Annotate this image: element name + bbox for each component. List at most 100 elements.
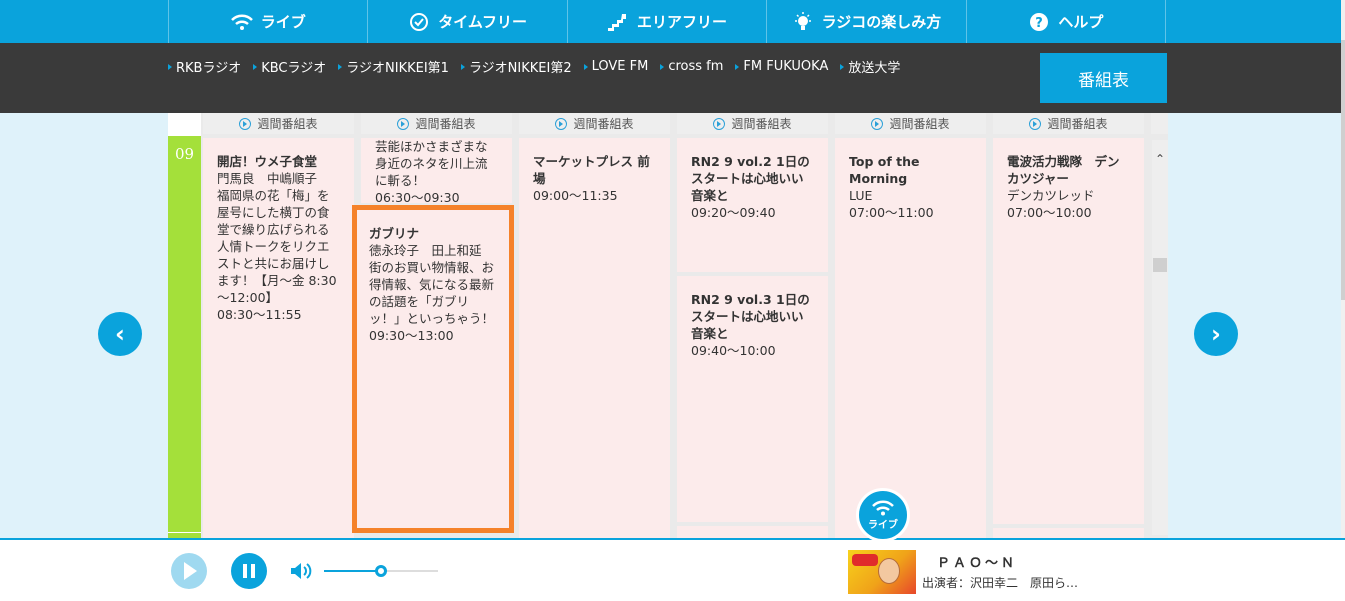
volume-slider[interactable] [324, 565, 438, 577]
nav-live-label: ライブ [260, 13, 306, 31]
lightbulb-icon [794, 11, 811, 30]
program-time: 09:40～10:00 [691, 343, 776, 358]
play-button[interactable] [171, 553, 207, 589]
grid-scrollbar[interactable]: ⌃ [1152, 140, 1168, 535]
station-label: ラジオNIKKEI第1 [346, 61, 449, 76]
nav-timefree-label: タイムフリー [438, 13, 528, 31]
station-column: 週間番組表 開店！ウメ子食堂 門馬良 中嶋順子 福岡県の花「梅」を屋号にした横丁… [201, 113, 354, 538]
play-circle-icon [555, 117, 568, 130]
svg-text:?: ? [1036, 16, 1044, 31]
program-time: 07:00～11:00 [849, 205, 934, 220]
station-label: RKBラジオ [176, 61, 242, 76]
program-desc: デンカツレッド [1007, 188, 1095, 203]
nav-timefree[interactable]: タイムフリー [367, 0, 566, 43]
volume-knob[interactable] [375, 565, 387, 577]
program-time: 06:30～09:30 [375, 190, 460, 203]
weekly-label: 週間番組表 [1047, 117, 1108, 131]
now-playing-cast: 出演者：沢田幸二 原田ら… [922, 576, 1079, 590]
weekly-schedule-link[interactable]: 週間番組表 [677, 113, 828, 134]
map-icon [608, 13, 626, 31]
station-label: ラジオNIKKEI第2 [468, 61, 572, 76]
station-bar: RKBラジオ KBCラジオ ラジオNIKKEI第1 ラジオNIKKEI第2 LO… [0, 43, 1345, 113]
pause-button[interactable] [231, 553, 267, 589]
nav-live[interactable]: ライブ [168, 0, 367, 43]
weekly-schedule-link[interactable]: 週間番組表 [203, 113, 354, 134]
page-scrollbar[interactable] [1341, 0, 1345, 601]
chevron-left-icon: ‹ [115, 320, 125, 348]
program-title: Top of the Morning [849, 154, 920, 186]
check-circle-icon [410, 12, 429, 31]
program-block-selected[interactable]: ガブリナ 徳永玲子 田上和延 街のお買い物情報、お得情報、気になる最新の話題を「… [352, 205, 514, 533]
weekly-schedule-link[interactable]: 週間番組表 [993, 113, 1144, 134]
program-block[interactable]: RN2 9 vol.3 1日のスタートは心地いい音楽と 09:40～10:00 [677, 276, 828, 522]
program-grid: 09 週間番組表 開店！ウメ子食堂 門馬良 中嶋順子 福岡県の花「梅」を屋号にし… [168, 113, 1168, 538]
station-link[interactable]: KBCラジオ [253, 57, 326, 76]
station-link[interactable]: 放送大学 [840, 57, 900, 76]
program-desc: 門馬良 中嶋順子 福岡県の花「梅」を屋号にした横丁の食堂で繰り広げられる人情トー… [217, 171, 337, 305]
program-title: マーケットプレス 前場 [533, 154, 650, 186]
page-scroll-thumb[interactable] [1341, 40, 1345, 300]
schedule-button[interactable]: 番組表 [1040, 53, 1167, 103]
arrow-icon [735, 63, 740, 70]
nav-areafree-label: エリアフリー [637, 13, 728, 31]
program-time: 09:00～11:35 [533, 188, 618, 203]
program-time: 09:20～09:40 [691, 205, 776, 220]
program-block[interactable]: RN2 9 vol.2 1日のスタートは心地いい音楽と 09:20～09:40 [677, 138, 828, 272]
arrow-icon [660, 63, 665, 70]
program-desc: LUE [849, 188, 873, 203]
arrow-icon [168, 63, 172, 70]
station-link[interactable]: FM FUKUOKA [735, 57, 828, 76]
program-block[interactable]: 開店！ウメ子食堂 門馬良 中嶋順子 福岡県の花「梅」を屋号にした横丁の食堂で繰り… [203, 138, 354, 538]
program-block[interactable] [677, 526, 828, 538]
station-link[interactable]: cross fm [660, 57, 723, 76]
time-header [168, 113, 201, 136]
station-link[interactable]: ラジオNIKKEI第2 [460, 57, 572, 76]
arrow-icon [253, 63, 258, 70]
prev-arrow-button[interactable]: ‹ [98, 312, 142, 356]
station-column: 週間番組表 マーケットプレス 前場 09:00～11:35 [517, 113, 670, 538]
nav-guide[interactable]: ラジコの楽しみ方 [766, 0, 965, 43]
station-label: LOVE FM [591, 59, 649, 74]
now-playing-title: ＰＡＯ～Ｎ [937, 556, 1018, 571]
chevron-right-icon: › [1211, 320, 1221, 348]
next-arrow-button[interactable]: › [1194, 312, 1238, 356]
weekly-schedule-link[interactable]: 週間番組表 [519, 113, 670, 134]
program-block[interactable]: 芸能ほかさまざまな身近のネタを川上流に斬る！ 06:30～09:30 [361, 138, 512, 203]
program-block[interactable] [993, 528, 1144, 538]
play-circle-icon [713, 117, 726, 130]
arrow-icon [583, 63, 588, 70]
live-badge[interactable]: ライブ [856, 488, 910, 542]
program-block[interactable]: Top of the Morning LUE 07:00～11:00 [835, 138, 986, 538]
nav-areafree[interactable]: エリアフリー [566, 0, 766, 43]
program-time: 08:30～11:55 [217, 307, 302, 322]
program-title: RN2 9 vol.3 1日のスタートは心地いい音楽と [691, 292, 810, 341]
program-block[interactable]: 電波活力戦隊 デンカツジャー デンカツレッド 07:00～10:00 [993, 138, 1144, 524]
nav-help[interactable]: ? ヘルプ [965, 0, 1167, 43]
help-icon: ? [1030, 12, 1049, 31]
wifi-icon [872, 500, 894, 515]
weekly-schedule-link[interactable]: 週間番組表 [361, 113, 512, 134]
program-desc: 芸能ほかさまざまな身近のネタを川上流に斬る！ [375, 139, 488, 188]
weekly-label: 週間番組表 [573, 117, 634, 131]
chevron-up-icon[interactable]: ⌃ [1153, 152, 1167, 166]
nav-guide-label: ラジコの楽しみ方 [821, 13, 942, 31]
arrow-icon [840, 63, 845, 70]
station-label: 放送大学 [848, 61, 901, 76]
nav-help-label: ヘルプ [1058, 13, 1104, 31]
weekly-label: 週間番組表 [731, 117, 792, 131]
top-nav: ライブ タイムフリー エリアフリー ラジコの楽しみ方 ? ヘルプ [0, 0, 1345, 43]
weekly-schedule-link[interactable] [1151, 113, 1168, 134]
thumbnail-logo [852, 554, 878, 566]
arrow-icon [338, 63, 343, 70]
weekly-schedule-link[interactable]: 週間番組表 [835, 113, 986, 134]
program-thumbnail [848, 550, 916, 594]
scroll-thumb[interactable] [1153, 258, 1167, 272]
program-block[interactable]: マーケットプレス 前場 09:00～11:35 [519, 138, 670, 538]
play-circle-icon [397, 117, 410, 130]
station-link[interactable]: LOVE FM [583, 57, 649, 76]
station-link[interactable]: ラジオNIKKEI第1 [338, 57, 449, 76]
volume-icon[interactable] [289, 561, 313, 581]
thumbnail-face [878, 558, 900, 584]
station-link[interactable]: RKBラジオ [168, 57, 241, 76]
live-badge-label: ライブ [868, 519, 898, 531]
